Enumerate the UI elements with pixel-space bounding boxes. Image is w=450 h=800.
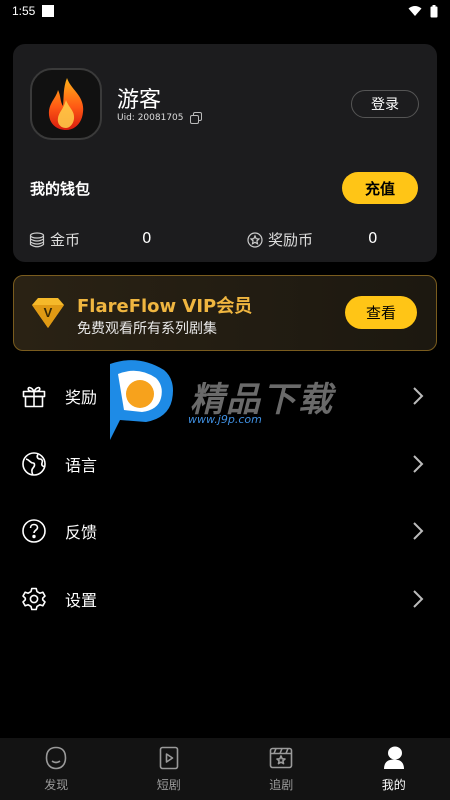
tab-label-discover: 发现	[44, 778, 69, 792]
watermark-url: www.j9p.com	[188, 413, 262, 426]
vip-diamond-icon: V	[32, 298, 64, 328]
vip-title: FlareFlow VIP会员	[77, 296, 253, 317]
vip-subtitle: 免费观看所有系列剧集	[77, 321, 217, 337]
tab-label-shorts: 短剧	[156, 778, 181, 792]
flame-logo-icon	[48, 78, 84, 130]
recharge-button[interactable]: 充值	[342, 172, 418, 204]
watermark-logo-icon	[110, 360, 173, 440]
copy-icon[interactable]	[189, 112, 202, 124]
menu-label-settings: 设置	[65, 591, 98, 610]
gift-icon	[20, 382, 48, 410]
notification-icon	[42, 5, 55, 17]
menu-label-language: 语言	[65, 456, 98, 475]
tab-shorts[interactable]: 短剧	[113, 738, 226, 800]
wallet-label: 我的钱包	[30, 180, 91, 198]
discover-icon	[42, 744, 70, 772]
chevron-right-icon	[413, 522, 424, 540]
status-time: 1:55	[12, 4, 36, 18]
tab-discover[interactable]: 发现	[0, 738, 113, 800]
menu-item-language[interactable]: 语言	[0, 439, 450, 489]
menu-label-rewards: 奖励	[65, 388, 98, 407]
tab-label-me: 我的	[381, 778, 406, 792]
status-bar: 1:55	[0, 0, 450, 22]
menu-item-feedback[interactable]: 反馈	[0, 506, 450, 556]
status-icons	[408, 4, 438, 18]
avatar[interactable]	[30, 68, 102, 140]
play-file-icon	[155, 744, 183, 772]
uid-text: Uid: 20081705	[117, 113, 184, 123]
watermark: 精品下载 www.j9p.com	[98, 356, 358, 446]
bottom-tab-bar: 发现 短剧 追剧 我的	[0, 738, 450, 800]
login-button[interactable]: 登录	[351, 90, 419, 118]
vip-view-button[interactable]: 查看	[345, 296, 417, 329]
coins-value: 0	[142, 229, 152, 247]
gear-icon	[20, 585, 48, 613]
reward-label: 奖励币	[268, 231, 314, 249]
tab-me[interactable]: 我的	[338, 738, 450, 800]
wifi-icon	[408, 6, 422, 16]
menu-label-feedback: 反馈	[65, 523, 98, 542]
reward-star-icon	[247, 231, 263, 248]
vip-banner[interactable]: V FlareFlow VIP会员 免费观看所有系列剧集 查看	[13, 275, 437, 351]
reward-value: 0	[368, 229, 378, 247]
globe-icon	[20, 450, 48, 478]
coins-label: 金币	[50, 231, 81, 249]
profile-icon	[380, 744, 408, 772]
tab-label-following: 追剧	[269, 778, 294, 792]
battery-icon	[430, 4, 438, 17]
uid-row: Uid: 20081705	[117, 112, 202, 124]
chevron-right-icon	[413, 455, 424, 473]
vip-badge-letter: V	[44, 305, 53, 320]
question-icon	[20, 517, 48, 545]
tab-following[interactable]: 追剧	[225, 738, 338, 800]
username: 游客	[117, 88, 162, 113]
star-clapper-icon	[267, 744, 295, 772]
chevron-right-icon	[413, 590, 424, 608]
coins-stat[interactable]: 金币	[29, 229, 80, 250]
menu-item-settings[interactable]: 设置	[0, 574, 450, 624]
reward-stat[interactable]: 奖励币	[247, 229, 313, 250]
coins-stack-icon	[29, 231, 45, 247]
chevron-right-icon	[413, 387, 424, 405]
profile-card: 游客 Uid: 20081705 登录 我的钱包 充值 金币 0 奖励币 0	[13, 44, 437, 262]
